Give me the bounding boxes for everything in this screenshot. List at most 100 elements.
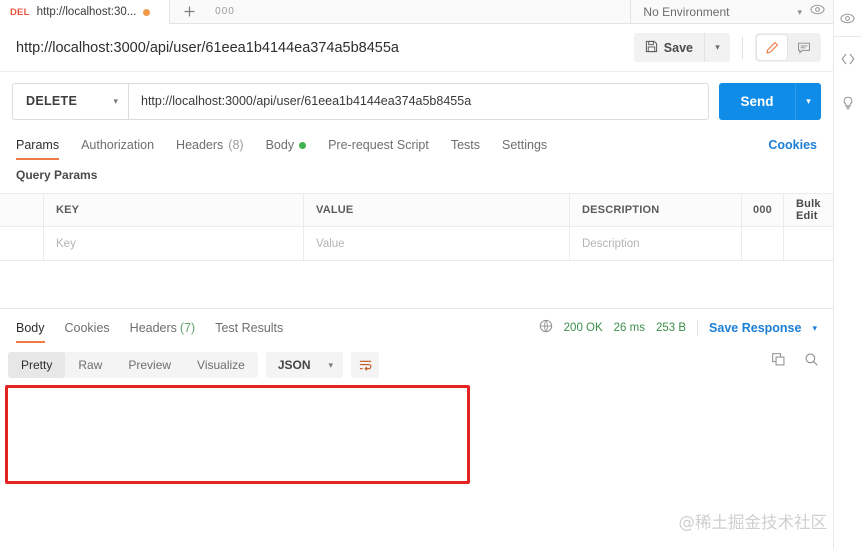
tab-method-label: DEL	[10, 6, 30, 18]
chevron-down-icon: ▾	[806, 95, 811, 106]
request-tab[interactable]: DEL http://localhost:30...	[0, 0, 170, 24]
comment-button[interactable]	[789, 35, 819, 60]
select-all-checkbox-cell[interactable]	[0, 194, 44, 226]
word-wrap-icon	[359, 360, 371, 371]
new-tab-button[interactable]	[170, 0, 208, 23]
edit-pencil-button[interactable]	[757, 35, 787, 60]
save-response-button[interactable]: Save Response	[709, 321, 801, 335]
title-actions: Save ▾	[633, 33, 821, 62]
tab-label: Body	[16, 321, 45, 335]
page-title: http://localhost:3000/api/user/61eea1b41…	[16, 39, 399, 56]
view-mode-preview[interactable]: Preview	[115, 352, 184, 378]
tab-more-button[interactable]: 000	[208, 0, 242, 23]
request-title-row: http://localhost:3000/api/user/61eea1b41…	[0, 24, 833, 72]
response-format-select[interactable]: JSON ▾	[265, 352, 344, 378]
save-dropdown-button[interactable]: ▾	[704, 33, 730, 62]
url-box: DELETE ▾ http://localhost:3000/api/user/…	[12, 82, 709, 120]
response-view-modes: Pretty Raw Preview Visualize	[8, 352, 258, 378]
pane-splitter[interactable]	[0, 308, 833, 309]
headers-count: (8)	[228, 138, 244, 152]
table-options-button[interactable]: 000	[742, 194, 784, 226]
query-params-label: Query Params	[16, 168, 98, 182]
response-size: 253 B	[655, 322, 687, 334]
rail-lightbulb-icon[interactable]	[834, 81, 861, 125]
body-present-dot	[299, 141, 307, 149]
status-badge: 200 OK	[563, 322, 603, 334]
response-tab-cookies[interactable]: Cookies	[65, 313, 110, 343]
param-value-input[interactable]: Value	[304, 227, 570, 260]
save-button-label: Save	[663, 40, 693, 55]
word-wrap-button[interactable]	[351, 352, 380, 378]
search-icon	[805, 353, 818, 366]
tab-tests[interactable]: Tests	[451, 130, 493, 160]
row-options-cell	[742, 227, 784, 260]
copy-button[interactable]	[771, 352, 786, 372]
pencil-icon	[766, 41, 779, 54]
row-spacer-cell	[784, 227, 833, 260]
http-method-label: DELETE	[26, 94, 78, 108]
column-header-description: DESCRIPTION	[570, 194, 742, 226]
tab-label: Tests	[450, 138, 480, 152]
view-toggle-group	[755, 33, 821, 62]
response-tab-body[interactable]: Body	[16, 313, 45, 343]
tab-strip: DEL http://localhost:30... 000 No Enviro…	[0, 0, 833, 24]
response-format-label: JSON	[277, 358, 311, 372]
send-dropdown-button[interactable]: ▾	[795, 82, 821, 120]
response-toolbar: Pretty Raw Preview Visualize JSON ▾	[8, 352, 380, 378]
chevron-down-icon: ▾	[113, 95, 118, 106]
view-mode-pretty[interactable]: Pretty	[8, 352, 66, 378]
save-button[interactable]: Save	[633, 33, 704, 62]
tab-label: Test Results	[215, 321, 284, 335]
chevron-down-icon: ▾	[715, 42, 720, 52]
response-tab-test-results[interactable]: Test Results	[215, 313, 283, 343]
response-body-panel: 1 { 2 "deletedCount": 1 3 }	[0, 385, 833, 515]
http-method-select[interactable]: DELETE ▾	[13, 83, 129, 119]
url-input[interactable]: http://localhost:3000/api/user/61eea1b41…	[129, 84, 708, 119]
tab-headers[interactable]: Headers (8)	[176, 130, 257, 160]
chevron-down-icon[interactable]: ▾	[812, 323, 817, 334]
tab-settings[interactable]: Settings	[502, 130, 560, 160]
tab-params[interactable]: Params	[16, 130, 72, 160]
column-header-key: KEY	[44, 194, 304, 226]
tab-label: Params	[16, 138, 60, 152]
view-mode-raw[interactable]: Raw	[65, 352, 115, 378]
environment-selector[interactable]: No Environment ▾	[630, 0, 833, 24]
unsaved-indicator-dot	[143, 8, 151, 16]
row-checkbox-cell[interactable]	[0, 227, 44, 260]
globe-icon	[539, 319, 553, 338]
param-key-input[interactable]: Key	[44, 227, 304, 260]
tab-pre-request-script[interactable]: Pre-request Script	[328, 130, 442, 160]
response-toolbar-right	[771, 352, 819, 372]
plus-icon	[184, 6, 194, 17]
rail-code-icon[interactable]	[834, 37, 861, 81]
tab-label: Authorization	[81, 138, 155, 152]
bulk-edit-label: Bulk Edit	[796, 198, 821, 222]
tab-authorization[interactable]: Authorization	[81, 130, 167, 160]
tab-label: Body	[265, 138, 295, 152]
copy-icon	[772, 353, 785, 366]
tab-label: Headers	[129, 321, 177, 335]
eye-icon[interactable]	[810, 2, 825, 22]
column-header-value: VALUE	[304, 194, 570, 226]
comment-icon	[798, 42, 810, 54]
url-row: DELETE ▾ http://localhost:3000/api/user/…	[0, 72, 833, 130]
rail-eye-icon[interactable]	[834, 0, 861, 36]
query-params-table: KEY VALUE DESCRIPTION 000 Bulk Edit Key …	[0, 193, 833, 261]
send-button[interactable]: Send	[719, 82, 795, 120]
response-meta: 200 OK 26 ms 253 B Save Response ▾	[539, 319, 817, 338]
search-button[interactable]	[804, 352, 819, 372]
chevron-down-icon: ▾	[797, 6, 802, 17]
response-tab-headers[interactable]: Headers (7)	[130, 313, 196, 343]
cookies-link[interactable]: Cookies	[768, 138, 817, 152]
watermark: @稀土掘金技术社区	[678, 513, 828, 532]
param-description-input[interactable]: Description	[570, 227, 742, 260]
floppy-disk-icon	[645, 40, 658, 56]
tab-label: Cookies	[64, 321, 110, 335]
response-header: Body Cookies Headers (7) Test Results 20…	[0, 313, 833, 343]
bulk-edit-button[interactable]: Bulk Edit	[784, 194, 833, 226]
tab-body[interactable]: Body	[266, 130, 320, 160]
view-mode-visualize[interactable]: Visualize	[184, 352, 258, 378]
environment-name: No Environment	[643, 5, 730, 19]
response-time: 26 ms	[613, 322, 645, 334]
table-row: Key Value Description	[0, 227, 833, 260]
